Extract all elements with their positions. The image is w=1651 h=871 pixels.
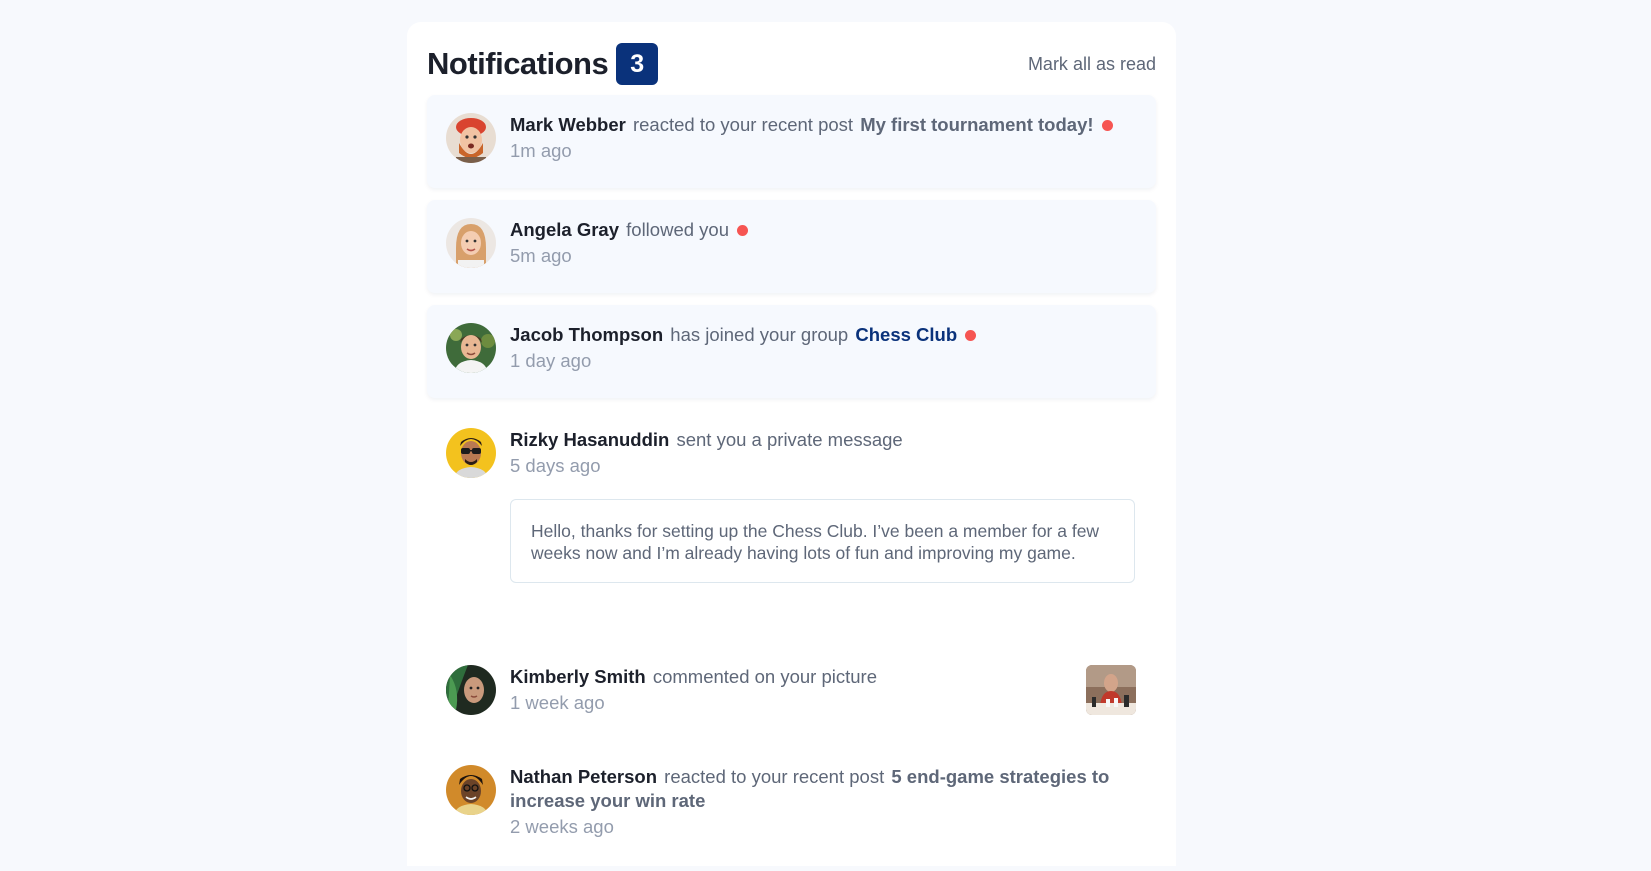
notification-user-name[interactable]: Mark Webber (510, 114, 626, 135)
notification-list: Mark Webber reacted to your recent post … (427, 95, 1156, 871)
notification-user-name[interactable]: Jacob Thompson (510, 324, 663, 345)
private-message-preview[interactable]: Hello, thanks for setting up the Chess C… (510, 499, 1135, 583)
header-title-group: Notifications 3 (427, 43, 659, 85)
notification-item[interactable]: Nathan Peterson reacted to your recent p… (427, 747, 1156, 859)
notifications-header: Notifications 3 Mark all as read (427, 43, 1156, 85)
notification-time: 1m ago (510, 140, 572, 161)
notification-action: commented on your picture (652, 666, 878, 687)
avatar-kimberly-smith-icon[interactable] (446, 665, 496, 715)
unread-dot-icon (736, 224, 748, 236)
unread-count-badge: 3 (616, 43, 659, 85)
unread-dot-icon (1101, 119, 1113, 131)
page-title: Notifications (427, 46, 609, 81)
notification-item[interactable]: Rizky Hasanuddin sent you a private mess… (427, 410, 1156, 601)
avatar-nathan-peterson-icon[interactable] (446, 765, 496, 815)
notification-time: 2 weeks ago (510, 816, 614, 837)
notification-action: sent you a private message (676, 429, 903, 450)
notifications-card: Notifications 3 Mark all as read Mark We… (407, 22, 1176, 866)
notification-user-name[interactable]: Nathan Peterson (510, 766, 657, 787)
notification-post-link[interactable]: My first tournament today! (860, 114, 1093, 135)
notification-item[interactable]: Kimberly Smith commented on your picture… (427, 647, 1156, 735)
avatar-jacob-thompson-icon[interactable] (446, 323, 496, 373)
mark-all-as-read-button[interactable]: Mark all as read (1028, 54, 1156, 75)
avatar-angela-gray-icon[interactable] (446, 218, 496, 268)
notification-action: followed you (626, 219, 729, 240)
unread-dot-icon (965, 329, 977, 341)
notification-user-name[interactable]: Angela Gray (510, 219, 619, 240)
notification-action: reacted to your recent post (664, 766, 885, 787)
avatar-rizky-hasanuddin-icon[interactable] (446, 428, 496, 478)
notification-item[interactable]: Jacob Thompson has joined your group Che… (427, 305, 1156, 398)
notification-action: reacted to your recent post (632, 114, 854, 135)
notification-item[interactable]: Mark Webber reacted to your recent post … (427, 95, 1156, 188)
notification-time: 5 days ago (510, 455, 601, 476)
notification-user-name[interactable]: Kimberly Smith (510, 666, 646, 687)
notification-time: 5m ago (510, 245, 572, 266)
notification-user-name[interactable]: Rizky Hasanuddin (510, 429, 669, 450)
notification-time: 1 week ago (510, 692, 605, 713)
notification-action: has joined your group (670, 324, 849, 345)
notification-group-link[interactable]: Chess Club (855, 324, 957, 345)
avatar-mark-webber-icon[interactable] (446, 113, 496, 163)
notification-item[interactable]: Angela Gray followed you 5m ago (427, 200, 1156, 293)
notification-time: 1 day ago (510, 350, 592, 371)
chess-picture-thumbnail[interactable] (1086, 665, 1136, 715)
